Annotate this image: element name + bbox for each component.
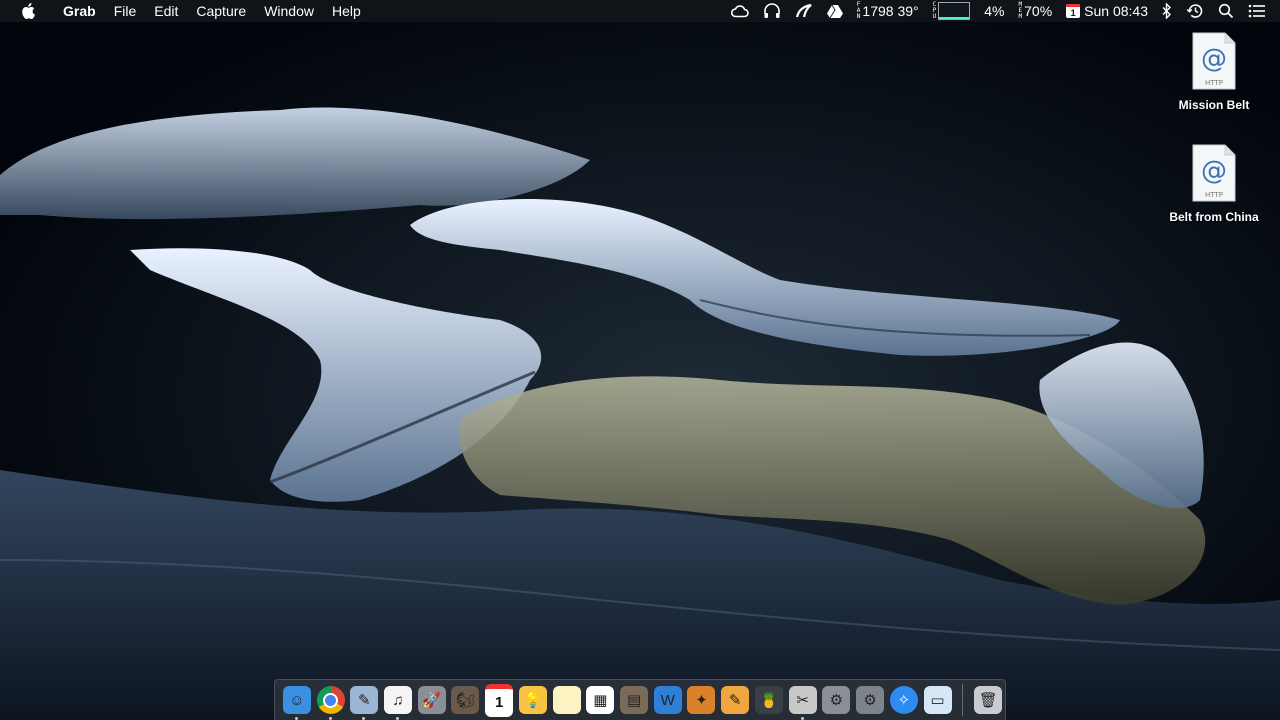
svg-text:HTTP: HTTP: [1205, 79, 1223, 87]
preview-icon: ✎: [350, 686, 379, 714]
menu-app-grab[interactable]: Grab: [54, 0, 105, 22]
pages-icon: ✎: [721, 686, 750, 714]
drive-sync-icon[interactable]: [788, 0, 820, 22]
apple-logo-icon[interactable]: [19, 0, 37, 22]
svg-text:@: @: [1201, 44, 1227, 74]
system-preferences-icon: ⚙: [856, 686, 885, 714]
temperature-text: 39°: [897, 3, 919, 19]
google-drive-icon[interactable]: [820, 0, 850, 22]
desktop-icon-label: Belt from China: [1169, 210, 1259, 224]
launcher-icon: ▦: [586, 686, 615, 714]
librarian-icon: ▤: [620, 686, 649, 714]
creative-cloud-icon[interactable]: [724, 0, 756, 22]
dock-item-pages[interactable]: ✎: [718, 683, 752, 717]
dock-separator: [962, 684, 964, 716]
fan-temperature-readout[interactable]: FAN 1798 39°: [850, 0, 926, 22]
menu-bar: Grab File Edit Capture Window Help FAN 1…: [0, 0, 1280, 22]
dock-item-cocktail[interactable]: 🍍: [752, 683, 786, 717]
dock-item-calendar[interactable]: 1: [482, 683, 516, 717]
spotlight-search-icon[interactable]: [1211, 0, 1241, 22]
desktop-wallpaper: [0, 0, 1280, 720]
fan-speed-text: 1798: [862, 3, 894, 19]
http-document-icon: @ HTTP: [1192, 32, 1236, 90]
snow-landscape-image: [0, 0, 1280, 720]
itunes-icon: ♫: [384, 686, 413, 714]
cpu-graph: [938, 2, 971, 20]
cyberduck-icon: 🐿: [451, 686, 480, 714]
menu-file[interactable]: File: [105, 0, 146, 22]
bluetooth-icon[interactable]: [1155, 0, 1179, 22]
dock: ☺ ✎ ♫ 🚀 🐿 1 💡 ▦ ▤ W ✦ ✎ 🍍 ✂ ⚙ ⚙ ✧ ▭ 🗑: [274, 679, 1006, 720]
dock-item-system-preferences[interactable]: ⚙: [853, 683, 887, 717]
menu-help[interactable]: Help: [323, 0, 370, 22]
safari-icon: ✧: [889, 686, 918, 714]
calendar-icon: 1: [1066, 4, 1081, 18]
dock-item-scanner[interactable]: ▭: [921, 683, 955, 717]
dock-item-photo-editor[interactable]: ✦: [685, 683, 719, 717]
menu-edit[interactable]: Edit: [145, 0, 187, 22]
desktop-icon-label: Mission Belt: [1178, 98, 1250, 112]
svg-text:@: @: [1201, 156, 1227, 186]
stickies-icon: [552, 686, 581, 714]
chrome-icon: [316, 686, 345, 714]
dock-item-grab[interactable]: ✂: [786, 683, 820, 720]
grab-icon: ✂: [788, 686, 817, 714]
menu-window[interactable]: Window: [255, 0, 323, 22]
dock-item-stickies[interactable]: [550, 683, 584, 717]
dock-item-launchpad[interactable]: 🚀: [415, 683, 449, 717]
time-machine-icon[interactable]: [1179, 0, 1211, 22]
clock-display[interactable]: 1 Sun 08:43: [1059, 0, 1155, 22]
clock-text: Sun 08:43: [1084, 3, 1148, 19]
dock-item-preview[interactable]: ✎: [347, 683, 381, 720]
menu-capture[interactable]: Capture: [187, 0, 255, 22]
dock-item-keep[interactable]: 💡: [516, 683, 550, 717]
cpu-label-icon: CPU: [932, 1, 937, 20]
mem-label-icon: MEM: [1018, 1, 1023, 20]
cocktail-icon: 🍍: [754, 686, 783, 714]
dock-item-chrome[interactable]: [314, 683, 348, 720]
cpu-percent-text: 4%: [984, 3, 1005, 19]
keep-icon: 💡: [518, 686, 547, 714]
mem-percent-text: 70%: [1024, 3, 1053, 19]
desktop-icon-belt-from-china[interactable]: @ HTTP Belt from China: [1159, 144, 1269, 224]
svg-text:HTTP: HTTP: [1205, 191, 1223, 199]
desktop-icon-mission-belt[interactable]: @ HTTP Mission Belt: [1159, 32, 1269, 112]
calendar-icon: 1: [485, 683, 514, 717]
notification-center-icon[interactable]: [1241, 0, 1280, 22]
cpu-monitor[interactable]: CPU 4%: [926, 0, 1012, 22]
dock-item-itunes[interactable]: ♫: [381, 683, 415, 720]
dock-item-librarian[interactable]: ▤: [617, 683, 651, 717]
dock-item-utility[interactable]: ⚙: [820, 683, 854, 717]
memory-monitor[interactable]: MEM 70%: [1012, 0, 1060, 22]
dock-item-wunderbucket[interactable]: W: [651, 683, 685, 717]
wunderbucket-icon: W: [653, 686, 682, 714]
finder-icon: ☺: [282, 686, 311, 714]
photo-editor-icon: ✦: [687, 686, 716, 714]
dock-item-safari[interactable]: ✧: [887, 683, 921, 717]
dock-item-finder[interactable]: ☺: [280, 683, 314, 720]
trash-icon: 🗑: [974, 686, 1003, 714]
dock-item-cyberduck[interactable]: 🐿: [449, 683, 483, 717]
headphones-icon[interactable]: [756, 0, 788, 22]
dock-item-trash[interactable]: 🗑: [971, 683, 1005, 717]
fan-label-icon: FAN: [856, 1, 861, 20]
utility-icon: ⚙: [822, 686, 851, 714]
scanner-icon: ▭: [923, 686, 952, 714]
launchpad-icon: 🚀: [417, 686, 446, 714]
dock-item-launcher[interactable]: ▦: [583, 683, 617, 717]
http-document-icon: @ HTTP: [1192, 144, 1236, 202]
